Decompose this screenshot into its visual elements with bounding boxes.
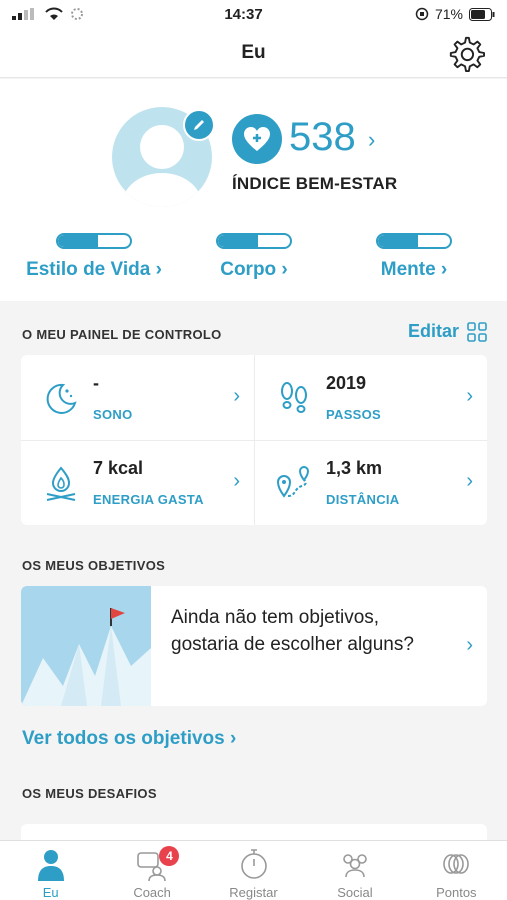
stopwatch-icon [240,849,267,879]
sleep-icon [46,383,77,414]
tab-social[interactable]: Social [304,841,405,900]
tab-bar: Eu 4 Coach Registar Social Pontos [0,840,507,900]
tab-register[interactable]: Registar [203,841,304,900]
chevron-right-icon[interactable]: › [368,127,375,153]
battery-percent: 71% [434,6,463,22]
progress-bar [376,233,452,249]
notification-badge: 4 [159,846,180,866]
chevron-right-icon: › [233,470,240,492]
progress-bar [56,233,132,249]
dashboard-label: PASSOS [326,407,382,422]
pencil-icon [194,120,204,130]
group-icon [343,854,367,878]
progress-fill [58,235,98,247]
chevron-right-icon: › [466,470,473,492]
category-body[interactable]: Corpo › [174,233,334,281]
distance-icon [276,466,310,498]
category-mind[interactable]: Mente › [334,233,494,281]
edit-avatar-button[interactable] [183,109,215,141]
goals-title: OS MEUS OBJETIVOS [22,558,166,573]
edit-label: Editar [407,321,459,341]
status-right: 71% [365,6,495,22]
signal-icon [12,8,34,20]
loading-icon [71,8,83,20]
category-lifestyle[interactable]: Estilo de Vida › [14,233,174,281]
dashboard-value: - [93,373,99,393]
wellbeing-score[interactable]: 538 [289,115,356,160]
progress-fill [218,235,258,247]
dashboard-label: ENERGIA GASTA [93,492,204,507]
dashboard-label: SONO [93,407,133,422]
category-label: Mente › [380,259,448,280]
tab-label: Coach [133,885,171,900]
dashboard-label: DISTÂNCIA [326,492,400,507]
progress-fill [378,235,418,247]
chevron-right-icon: › [466,634,473,656]
nav-bar: Eu [0,28,507,78]
wellbeing-label: ÍNDICE BEM-ESTAR [232,174,398,193]
wifi-icon [45,7,63,20]
dashboard-value: 2019 [326,373,367,393]
footsteps-icon [281,382,307,413]
tab-coach[interactable]: 4 Coach [101,841,202,900]
edit-dashboard-button[interactable]: Editar [408,321,487,342]
profile-section: 538 › ÍNDICE BEM-ESTAR Estilo de Vida › … [0,79,507,301]
wellbeing-icon[interactable] [232,114,282,164]
see-all-goals-link[interactable]: Ver todos os objetivos › [22,728,236,750]
points-icon [443,854,470,874]
goals-empty-text: Ainda não tem objetivos, gostaria de esc… [171,607,414,655]
chevron-right-icon: › [466,385,473,407]
dashboard-value: 1,3 km [326,458,383,478]
orientation-lock-icon [415,7,429,21]
grid-icon [467,321,487,342]
dashboard-item-steps[interactable]: 2019 PASSOS › [254,355,487,440]
person-icon [37,850,64,881]
chevron-right-icon: › [233,385,240,407]
dashboard-item-sleep[interactable]: - SONO › [21,355,254,440]
tab-label: Pontos [436,885,477,900]
fire-icon [46,466,76,501]
dashboard-item-energy[interactable]: 7 kcal ENERGIA GASTA › [21,440,254,525]
heart-plus-icon [244,127,270,151]
category-label: Corpo › [220,259,288,280]
tab-label: Registar [229,885,278,900]
status-bar: 14:37 71% [0,0,507,28]
dashboard-card: - SONO › 2019 PASSOS › 7 kcal ENERGIA GA… [21,355,487,525]
mountain-flag-illustration [21,586,151,706]
goals-empty-card[interactable]: Ainda não tem objetivos, gostaria de esc… [21,586,487,706]
status-left [12,7,122,21]
tab-label: Social [337,885,373,900]
category-label: Estilo de Vida › [26,259,162,280]
dashboard-value: 7 kcal [93,458,144,478]
tab-me[interactable]: Eu [0,841,101,900]
tab-points[interactable]: Pontos [406,841,507,900]
tab-label: Eu [42,885,59,900]
battery-icon [469,7,495,21]
settings-gear-icon[interactable] [447,34,485,72]
progress-bar [216,233,292,249]
status-time: 14:37 [224,5,263,23]
dashboard-item-distance[interactable]: 1,3 km DISTÂNCIA › [254,440,487,525]
page-title: Eu [241,41,266,63]
dashboard-title: O MEU PAINEL DE CONTROLO [22,327,222,342]
challenges-title: OS MEUS DESAFIOS [22,786,157,801]
